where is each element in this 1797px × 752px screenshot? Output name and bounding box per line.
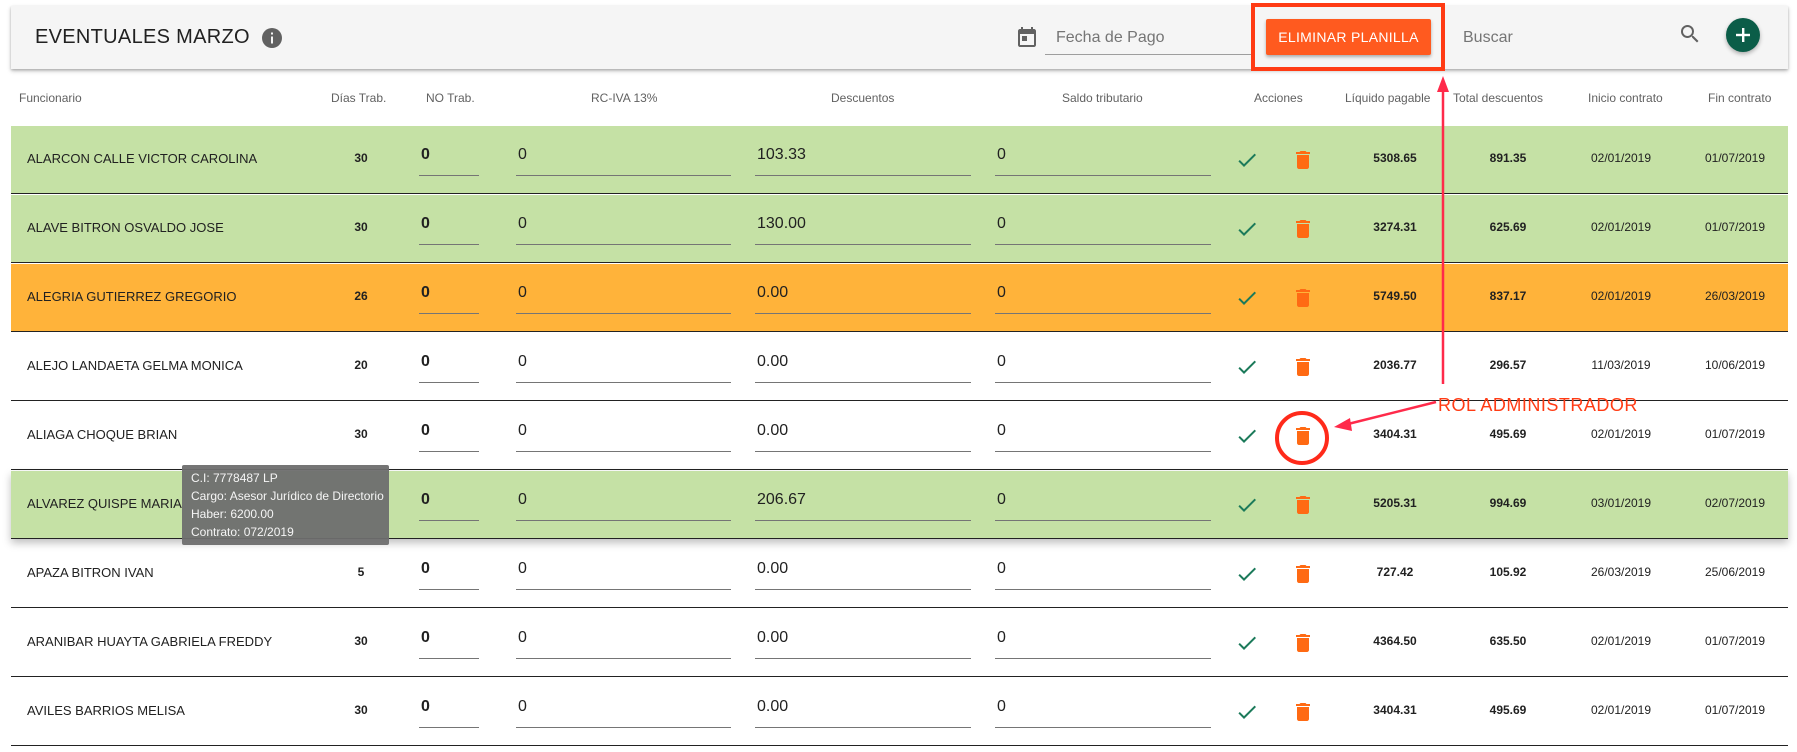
- annotation-arrows: [1334, 76, 1449, 431]
